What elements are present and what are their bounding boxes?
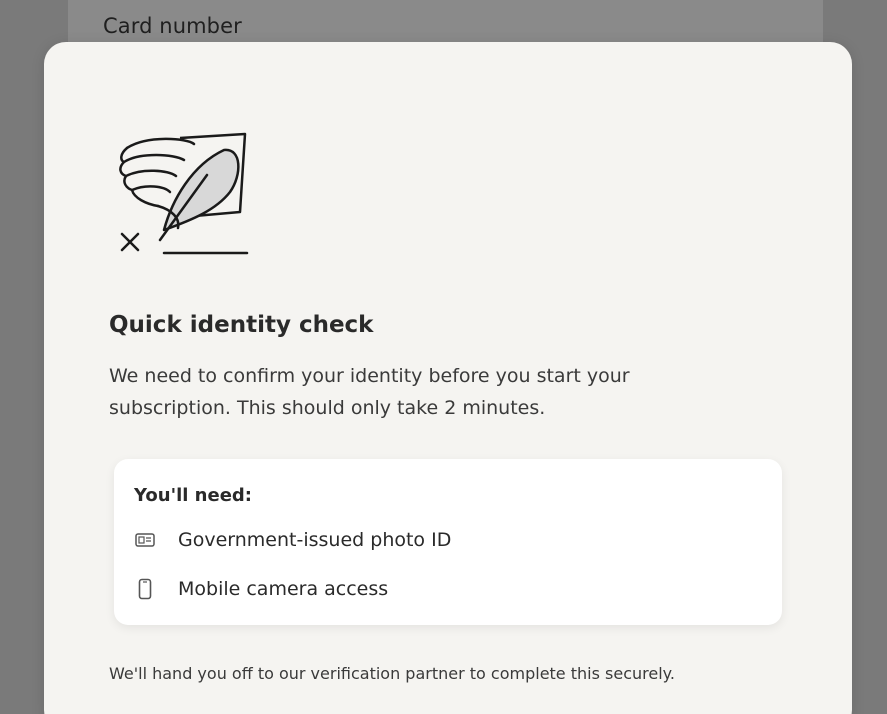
requirement-photo-id: Government-issued photo ID: [134, 525, 451, 555]
requirement-camera: Mobile camera access: [134, 574, 388, 604]
modal-description: We need to confirm your identity before …: [109, 365, 630, 419]
requirement-label: Mobile camera access: [178, 578, 389, 600]
handoff-note: We'll hand you off to our verification p…: [109, 664, 675, 683]
card-number-label: Card number: [103, 14, 242, 38]
modal-title: Quick identity check: [109, 312, 374, 338]
requirement-label: Government-issued photo ID: [178, 529, 452, 551]
requirements-heading: You'll need:: [134, 485, 252, 506]
requirements-card: You'll need: Government-issued photo ID …: [114, 459, 782, 625]
identity-check-modal: Quick identity check We need to confirm …: [44, 42, 852, 714]
phone-icon: [134, 578, 156, 600]
id-card-icon: [134, 529, 156, 551]
signature-pen-icon: [119, 132, 249, 255]
